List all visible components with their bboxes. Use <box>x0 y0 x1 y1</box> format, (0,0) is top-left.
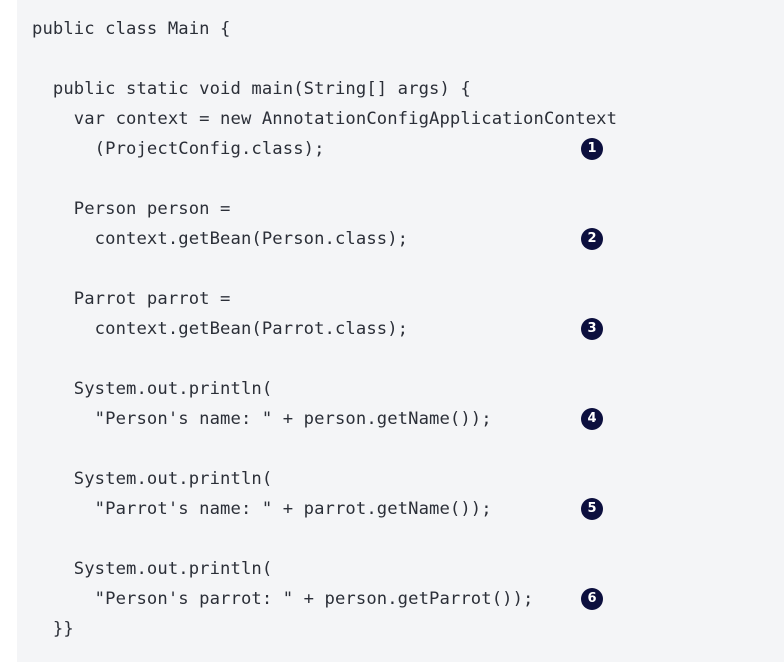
callout-badge-1: 1 <box>581 138 603 160</box>
code-listing: public class Main { public static void m… <box>17 0 784 662</box>
code-line: (ProjectConfig.class); <box>32 139 325 159</box>
code-line: "Person's parrot: " + person.getParrot()… <box>32 589 534 609</box>
code-line: "Person's name: " + person.getName()); <box>32 409 492 429</box>
code-line: context.getBean(Person.class); <box>32 229 409 249</box>
code-line: Person person = <box>32 199 231 219</box>
callout-badge-3: 3 <box>581 318 603 340</box>
code-line: "Parrot's name: " + parrot.getName()); <box>32 499 492 519</box>
code-line: }} <box>32 619 74 639</box>
code-line: System.out.println( <box>32 469 273 489</box>
code-line: context.getBean(Parrot.class); <box>32 319 409 339</box>
code-line: System.out.println( <box>32 379 273 399</box>
code-line: System.out.println( <box>32 559 273 579</box>
code-line: public static void main(String[] args) { <box>32 79 471 99</box>
callout-badge-4: 4 <box>581 408 603 430</box>
code-line: public class Main { <box>32 19 231 39</box>
callout-badge-6: 6 <box>581 588 603 610</box>
code-line: var context = new AnnotationConfigApplic… <box>32 109 618 129</box>
code-line: Parrot parrot = <box>32 289 231 309</box>
callout-badge-2: 2 <box>581 228 603 250</box>
callout-badge-5: 5 <box>581 498 603 520</box>
